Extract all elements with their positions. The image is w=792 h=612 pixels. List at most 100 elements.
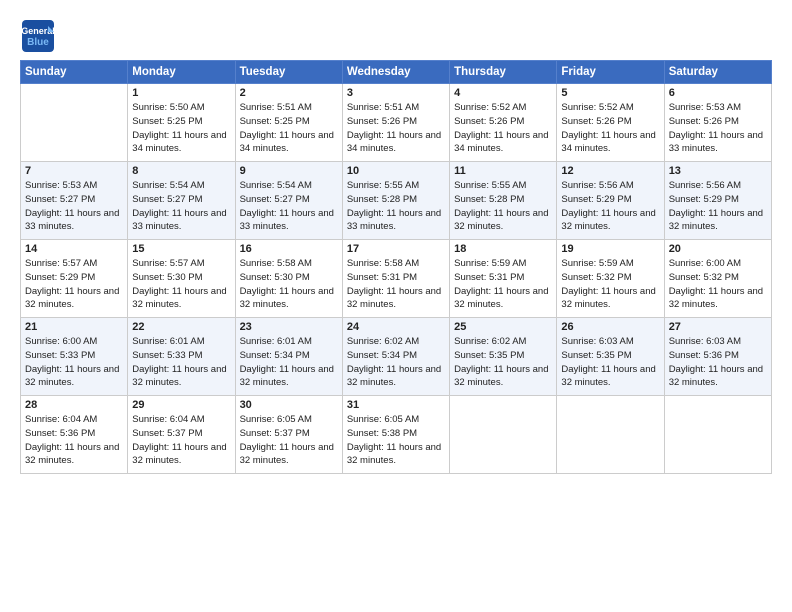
header-day: Monday (128, 61, 235, 84)
page: General Blue SundayMondayTuesdayWednesda… (0, 0, 792, 612)
day-cell: 18Sunrise: 5:59 AMSunset: 5:31 PMDayligh… (450, 240, 557, 318)
day-cell: 31 Sunrise: 6:05 AMSunset: 5:38 PMDayligh… (342, 396, 449, 474)
day-number: 19 (561, 243, 659, 255)
cell-content: Sunrise: 6:01 AMSunset: 5:33 PMDaylight:… (132, 336, 226, 388)
day-number: 7 (25, 165, 123, 177)
day-number: 18 (454, 243, 552, 255)
cell-content: Sunrise: 5:54 AMSunset: 5:27 PMDaylight:… (240, 180, 334, 232)
cell-content: Sunrise: 6:00 AMSunset: 5:33 PMDaylight:… (25, 336, 119, 388)
cell-content: Sunrise: 5:56 AMSunset: 5:29 PMDaylight:… (561, 180, 655, 232)
day-cell: 12 Sunrise: 5:56 AMSunset: 5:29 PMDayligh… (557, 162, 664, 240)
day-cell: 15 Sunrise: 5:57 AMSunset: 5:30 PMDayligh… (128, 240, 235, 318)
week-row: 28 Sunrise: 6:04 AMSunset: 5:36 PMDayligh… (21, 396, 772, 474)
cell-content: Sunrise: 6:03 AMSunset: 5:35 PMDaylight:… (561, 336, 655, 388)
svg-text:Blue: Blue (27, 37, 49, 48)
cell-content: Sunrise: 5:58 AMSunset: 5:30 PMDaylight:… (240, 258, 334, 310)
day-cell: 10 Sunrise: 5:55 AMSunset: 5:28 PMDayligh… (342, 162, 449, 240)
day-number: 1 (132, 87, 230, 99)
day-cell: 17 Sunrise: 5:58 AMSunset: 5:31 PMDayligh… (342, 240, 449, 318)
cell-content: Sunrise: 6:03 AMSunset: 5:36 PMDaylight:… (669, 336, 763, 388)
header-day: Wednesday (342, 61, 449, 84)
cell-content: Sunrise: 6:04 AMSunset: 5:36 PMDaylight:… (25, 414, 119, 466)
day-cell: 9 Sunrise: 5:54 AMSunset: 5:27 PMDaylight… (235, 162, 342, 240)
day-cell (450, 396, 557, 474)
header-day: Tuesday (235, 61, 342, 84)
header-day: Thursday (450, 61, 557, 84)
cell-content: Sunrise: 5:53 AMSunset: 5:26 PMDaylight:… (669, 102, 763, 154)
cell-content: Sunrise: 6:05 AMSunset: 5:37 PMDaylight:… (240, 414, 334, 466)
day-number: 23 (240, 321, 338, 333)
day-number: 17 (347, 243, 445, 255)
day-cell: 19Sunrise: 5:59 AMSunset: 5:32 PMDayligh… (557, 240, 664, 318)
day-cell: 11 Sunrise: 5:55 AMSunset: 5:28 PMDayligh… (450, 162, 557, 240)
day-number: 25 (454, 321, 552, 333)
day-number: 14 (25, 243, 123, 255)
cell-content: Sunrise: 5:53 AMSunset: 5:27 PMDaylight:… (25, 180, 119, 232)
cell-content: Sunrise: 6:04 AMSunset: 5:37 PMDaylight:… (132, 414, 226, 466)
cell-content: Sunrise: 5:54 AMSunset: 5:27 PMDaylight:… (132, 180, 226, 232)
header: General Blue (20, 18, 772, 54)
day-cell: 30 Sunrise: 6:05 AMSunset: 5:37 PMDayligh… (235, 396, 342, 474)
day-number: 5 (561, 87, 659, 99)
day-number: 31 (347, 399, 445, 411)
week-row: 7 Sunrise: 5:53 AMSunset: 5:27 PMDaylight… (21, 162, 772, 240)
day-cell: 3Sunrise: 5:51 AMSunset: 5:26 PMDaylight… (342, 84, 449, 162)
cell-content: Sunrise: 5:52 AMSunset: 5:26 PMDaylight:… (454, 102, 548, 154)
day-cell: 24Sunrise: 6:02 AMSunset: 5:34 PMDayligh… (342, 318, 449, 396)
cell-content: Sunrise: 6:01 AMSunset: 5:34 PMDaylight:… (240, 336, 334, 388)
day-number: 13 (669, 165, 767, 177)
day-cell: 26Sunrise: 6:03 AMSunset: 5:35 PMDayligh… (557, 318, 664, 396)
day-number: 22 (132, 321, 230, 333)
day-cell: 28 Sunrise: 6:04 AMSunset: 5:36 PMDayligh… (21, 396, 128, 474)
logo: General Blue (20, 18, 60, 54)
day-number: 16 (240, 243, 338, 255)
day-cell: 29 Sunrise: 6:04 AMSunset: 5:37 PMDayligh… (128, 396, 235, 474)
day-number: 29 (132, 399, 230, 411)
day-number: 20 (669, 243, 767, 255)
cell-content: Sunrise: 5:51 AMSunset: 5:25 PMDaylight:… (240, 102, 334, 154)
day-cell: 25Sunrise: 6:02 AMSunset: 5:35 PMDayligh… (450, 318, 557, 396)
day-cell (21, 84, 128, 162)
day-cell: 13 Sunrise: 5:56 AMSunset: 5:29 PMDayligh… (664, 162, 771, 240)
cell-content: Sunrise: 5:57 AMSunset: 5:30 PMDaylight:… (132, 258, 226, 310)
day-cell: 1 Sunrise: 5:50 AMSunset: 5:25 PMDaylight… (128, 84, 235, 162)
cell-content: Sunrise: 6:02 AMSunset: 5:34 PMDaylight:… (347, 336, 441, 388)
week-row: 1 Sunrise: 5:50 AMSunset: 5:25 PMDaylight… (21, 84, 772, 162)
day-number: 12 (561, 165, 659, 177)
day-cell: 2 Sunrise: 5:51 AMSunset: 5:25 PMDaylight… (235, 84, 342, 162)
day-number: 10 (347, 165, 445, 177)
day-cell: 6Sunrise: 5:53 AMSunset: 5:26 PMDaylight… (664, 84, 771, 162)
day-cell: 7 Sunrise: 5:53 AMSunset: 5:27 PMDaylight… (21, 162, 128, 240)
day-number: 21 (25, 321, 123, 333)
day-cell (664, 396, 771, 474)
day-cell: 4Sunrise: 5:52 AMSunset: 5:26 PMDaylight… (450, 84, 557, 162)
day-number: 2 (240, 87, 338, 99)
day-cell (557, 396, 664, 474)
week-row: 21 Sunrise: 6:00 AMSunset: 5:33 PMDayligh… (21, 318, 772, 396)
cell-content: Sunrise: 6:00 AMSunset: 5:32 PMDaylight:… (669, 258, 763, 310)
cell-content: Sunrise: 5:55 AMSunset: 5:28 PMDaylight:… (347, 180, 441, 232)
cell-content: Sunrise: 5:50 AMSunset: 5:25 PMDaylight:… (132, 102, 226, 154)
header-day: Saturday (664, 61, 771, 84)
cell-content: Sunrise: 6:05 AMSunset: 5:38 PMDaylight:… (347, 414, 441, 466)
header-day: Sunday (21, 61, 128, 84)
cell-content: Sunrise: 5:52 AMSunset: 5:26 PMDaylight:… (561, 102, 655, 154)
day-number: 30 (240, 399, 338, 411)
day-cell: 27 Sunrise: 6:03 AMSunset: 5:36 PMDayligh… (664, 318, 771, 396)
cell-content: Sunrise: 5:57 AMSunset: 5:29 PMDaylight:… (25, 258, 119, 310)
logo-icon: General Blue (20, 18, 56, 54)
cell-content: Sunrise: 5:55 AMSunset: 5:28 PMDaylight:… (454, 180, 548, 232)
day-number: 27 (669, 321, 767, 333)
cell-content: Sunrise: 5:56 AMSunset: 5:29 PMDaylight:… (669, 180, 763, 232)
day-cell: 20 Sunrise: 6:00 AMSunset: 5:32 PMDayligh… (664, 240, 771, 318)
day-number: 9 (240, 165, 338, 177)
day-cell: 8Sunrise: 5:54 AMSunset: 5:27 PMDaylight… (128, 162, 235, 240)
day-cell: 16 Sunrise: 5:58 AMSunset: 5:30 PMDayligh… (235, 240, 342, 318)
day-number: 11 (454, 165, 552, 177)
day-number: 15 (132, 243, 230, 255)
day-cell: 22 Sunrise: 6:01 AMSunset: 5:33 PMDayligh… (128, 318, 235, 396)
day-number: 28 (25, 399, 123, 411)
day-cell: 23 Sunrise: 6:01 AMSunset: 5:34 PMDayligh… (235, 318, 342, 396)
cell-content: Sunrise: 5:51 AMSunset: 5:26 PMDaylight:… (347, 102, 441, 154)
cell-content: Sunrise: 5:58 AMSunset: 5:31 PMDaylight:… (347, 258, 441, 310)
